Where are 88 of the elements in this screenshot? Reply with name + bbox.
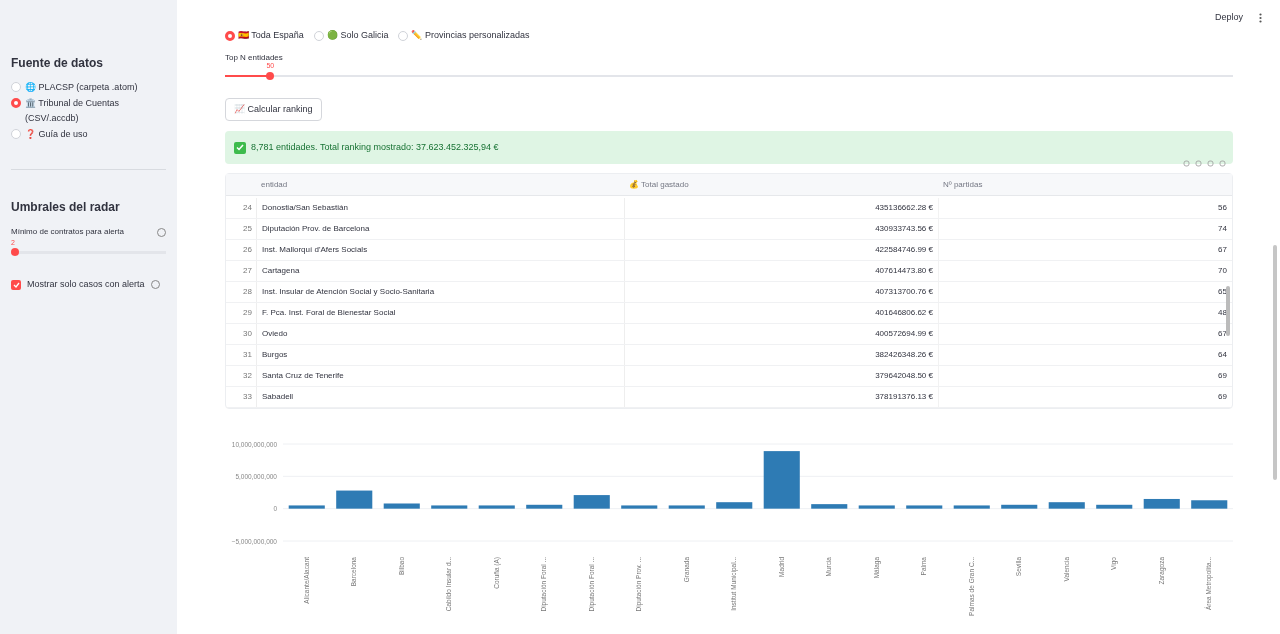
- radio-label[interactable]: 🏛 Tribunal de Cuentas (CSV/.accdb): [25, 96, 160, 126]
- table-cell: 407614473.80 €: [624, 261, 938, 281]
- table-cell: Santa Cruz de Tenerife: [256, 366, 624, 386]
- radio-label[interactable]: 🌐 PLACSP (carpeta .atom): [25, 80, 160, 95]
- bar[interactable]: [858, 505, 895, 509]
- table-cell: 430933743.56 €: [624, 219, 938, 239]
- slider-label: Mínimo de contratos para alerta: [11, 226, 124, 238]
- row-index: 29: [242, 307, 253, 319]
- column-header[interactable]: entidad: [256, 178, 624, 191]
- table-cell: Inst. Insular de Atención Social y Socio-Sanitaria: [256, 282, 624, 302]
- table-cell: 382426348.26 €: [624, 345, 938, 365]
- table-cell: Burgos: [256, 345, 624, 365]
- calculate-button[interactable]: 📈 Calcular ranking: [225, 98, 322, 121]
- table-cell: 70: [938, 261, 1232, 281]
- row-index: 30: [242, 328, 253, 340]
- row-index: 32: [242, 370, 253, 382]
- table-cell: 422584746.99 €: [624, 240, 938, 260]
- slider-thumb[interactable]: [266, 72, 275, 80]
- table-cell: Diputación Prov. de Barcelona: [256, 219, 624, 239]
- row-index: 28: [242, 286, 253, 298]
- radio-button[interactable]: [11, 82, 21, 92]
- row-index: 25: [242, 223, 253, 235]
- table-cell: 400572694.99 €: [624, 324, 938, 344]
- table-cell: 435136662.28 €: [624, 198, 938, 218]
- checkbox[interactable]: [11, 279, 21, 290]
- table-cell: Sabadell: [256, 387, 624, 407]
- table-cell: 56: [938, 198, 1232, 218]
- bar[interactable]: [1143, 498, 1180, 509]
- radio-label[interactable]: 🇪🇸 Toda España: [238, 29, 304, 43]
- table-cell: 74: [938, 219, 1232, 239]
- table-cell: F. Pca. Inst. Foral de Bienestar Social: [256, 303, 624, 323]
- radio-label[interactable]: ✏ Provincias personalizadas: [411, 29, 530, 43]
- bar[interactable]: [573, 495, 610, 509]
- checkbox-label[interactable]: Mostrar solo casos con alerta: [27, 278, 145, 292]
- bar[interactable]: [288, 505, 325, 509]
- radio-label[interactable]: 🟢 Solo Galicia: [326, 29, 389, 43]
- page-scrollbar[interactable]: [1273, 245, 1277, 480]
- table-cell: 69: [938, 366, 1232, 386]
- table-cell: 379642048.50 €: [624, 366, 938, 386]
- radio-button[interactable]: [11, 98, 21, 108]
- slider-label: Top N entidades: [225, 52, 284, 63]
- more-menu-icon[interactable]: [1259, 12, 1262, 23]
- table-cell: 67: [938, 240, 1232, 260]
- radio-button[interactable]: [225, 31, 235, 41]
- check-icon: [234, 141, 246, 154]
- table-cell: Oviedo: [256, 324, 624, 344]
- table-cell: 401646806.62 €: [624, 303, 938, 323]
- bar[interactable]: [383, 503, 420, 509]
- row-index: 31: [242, 349, 253, 361]
- bar[interactable]: [431, 505, 468, 509]
- table-cell: Inst. Mallorquí d'Afers Socials: [256, 240, 624, 260]
- table-scrollbar[interactable]: [1226, 286, 1230, 336]
- table-cell: Donostia/San Sebastián: [256, 198, 624, 218]
- bar[interactable]: [1096, 504, 1133, 509]
- bar[interactable]: [526, 504, 563, 509]
- bar[interactable]: [621, 505, 658, 509]
- section-title: Umbrales del radar: [11, 199, 121, 216]
- bar[interactable]: [668, 505, 705, 509]
- bar[interactable]: [1191, 500, 1228, 509]
- column-header[interactable]: 💰 Total gastado: [624, 178, 938, 191]
- slider[interactable]: [11, 248, 166, 256]
- radio-button[interactable]: [313, 31, 324, 41]
- table-cell: 407313700.76 €: [624, 282, 938, 302]
- bar[interactable]: [906, 505, 943, 509]
- bar[interactable]: [953, 505, 990, 509]
- radio-label[interactable]: ❓ Guía de uso: [25, 127, 160, 142]
- bar[interactable]: [1001, 504, 1038, 509]
- column-header[interactable]: Nº partidas: [938, 178, 1232, 191]
- radio-button[interactable]: [11, 129, 21, 139]
- bar[interactable]: [478, 505, 515, 509]
- success-message: 8,781 entidades. Total ranking mostrado: 37.623.452.325,94 €: [251, 140, 499, 154]
- radio-button[interactable]: [398, 31, 409, 41]
- table-cell: 64: [938, 345, 1232, 365]
- deploy-button[interactable]: Deploy: [1215, 11, 1243, 25]
- table-cell: 378191376.13 €: [624, 387, 938, 407]
- row-index: 27: [242, 265, 253, 277]
- section-title: Fuente de datos: [11, 55, 104, 72]
- bar[interactable]: [811, 504, 848, 509]
- table-cell: Cartagena: [256, 261, 624, 281]
- slider-thumb[interactable]: [11, 248, 19, 256]
- bar[interactable]: [1048, 502, 1085, 509]
- bar[interactable]: [336, 490, 373, 509]
- row-index: 24: [242, 202, 253, 214]
- row-index: 33: [242, 391, 253, 403]
- row-index: 26: [242, 244, 253, 256]
- table-cell: 69: [938, 387, 1232, 407]
- bar[interactable]: [716, 502, 753, 509]
- bar[interactable]: [763, 451, 800, 509]
